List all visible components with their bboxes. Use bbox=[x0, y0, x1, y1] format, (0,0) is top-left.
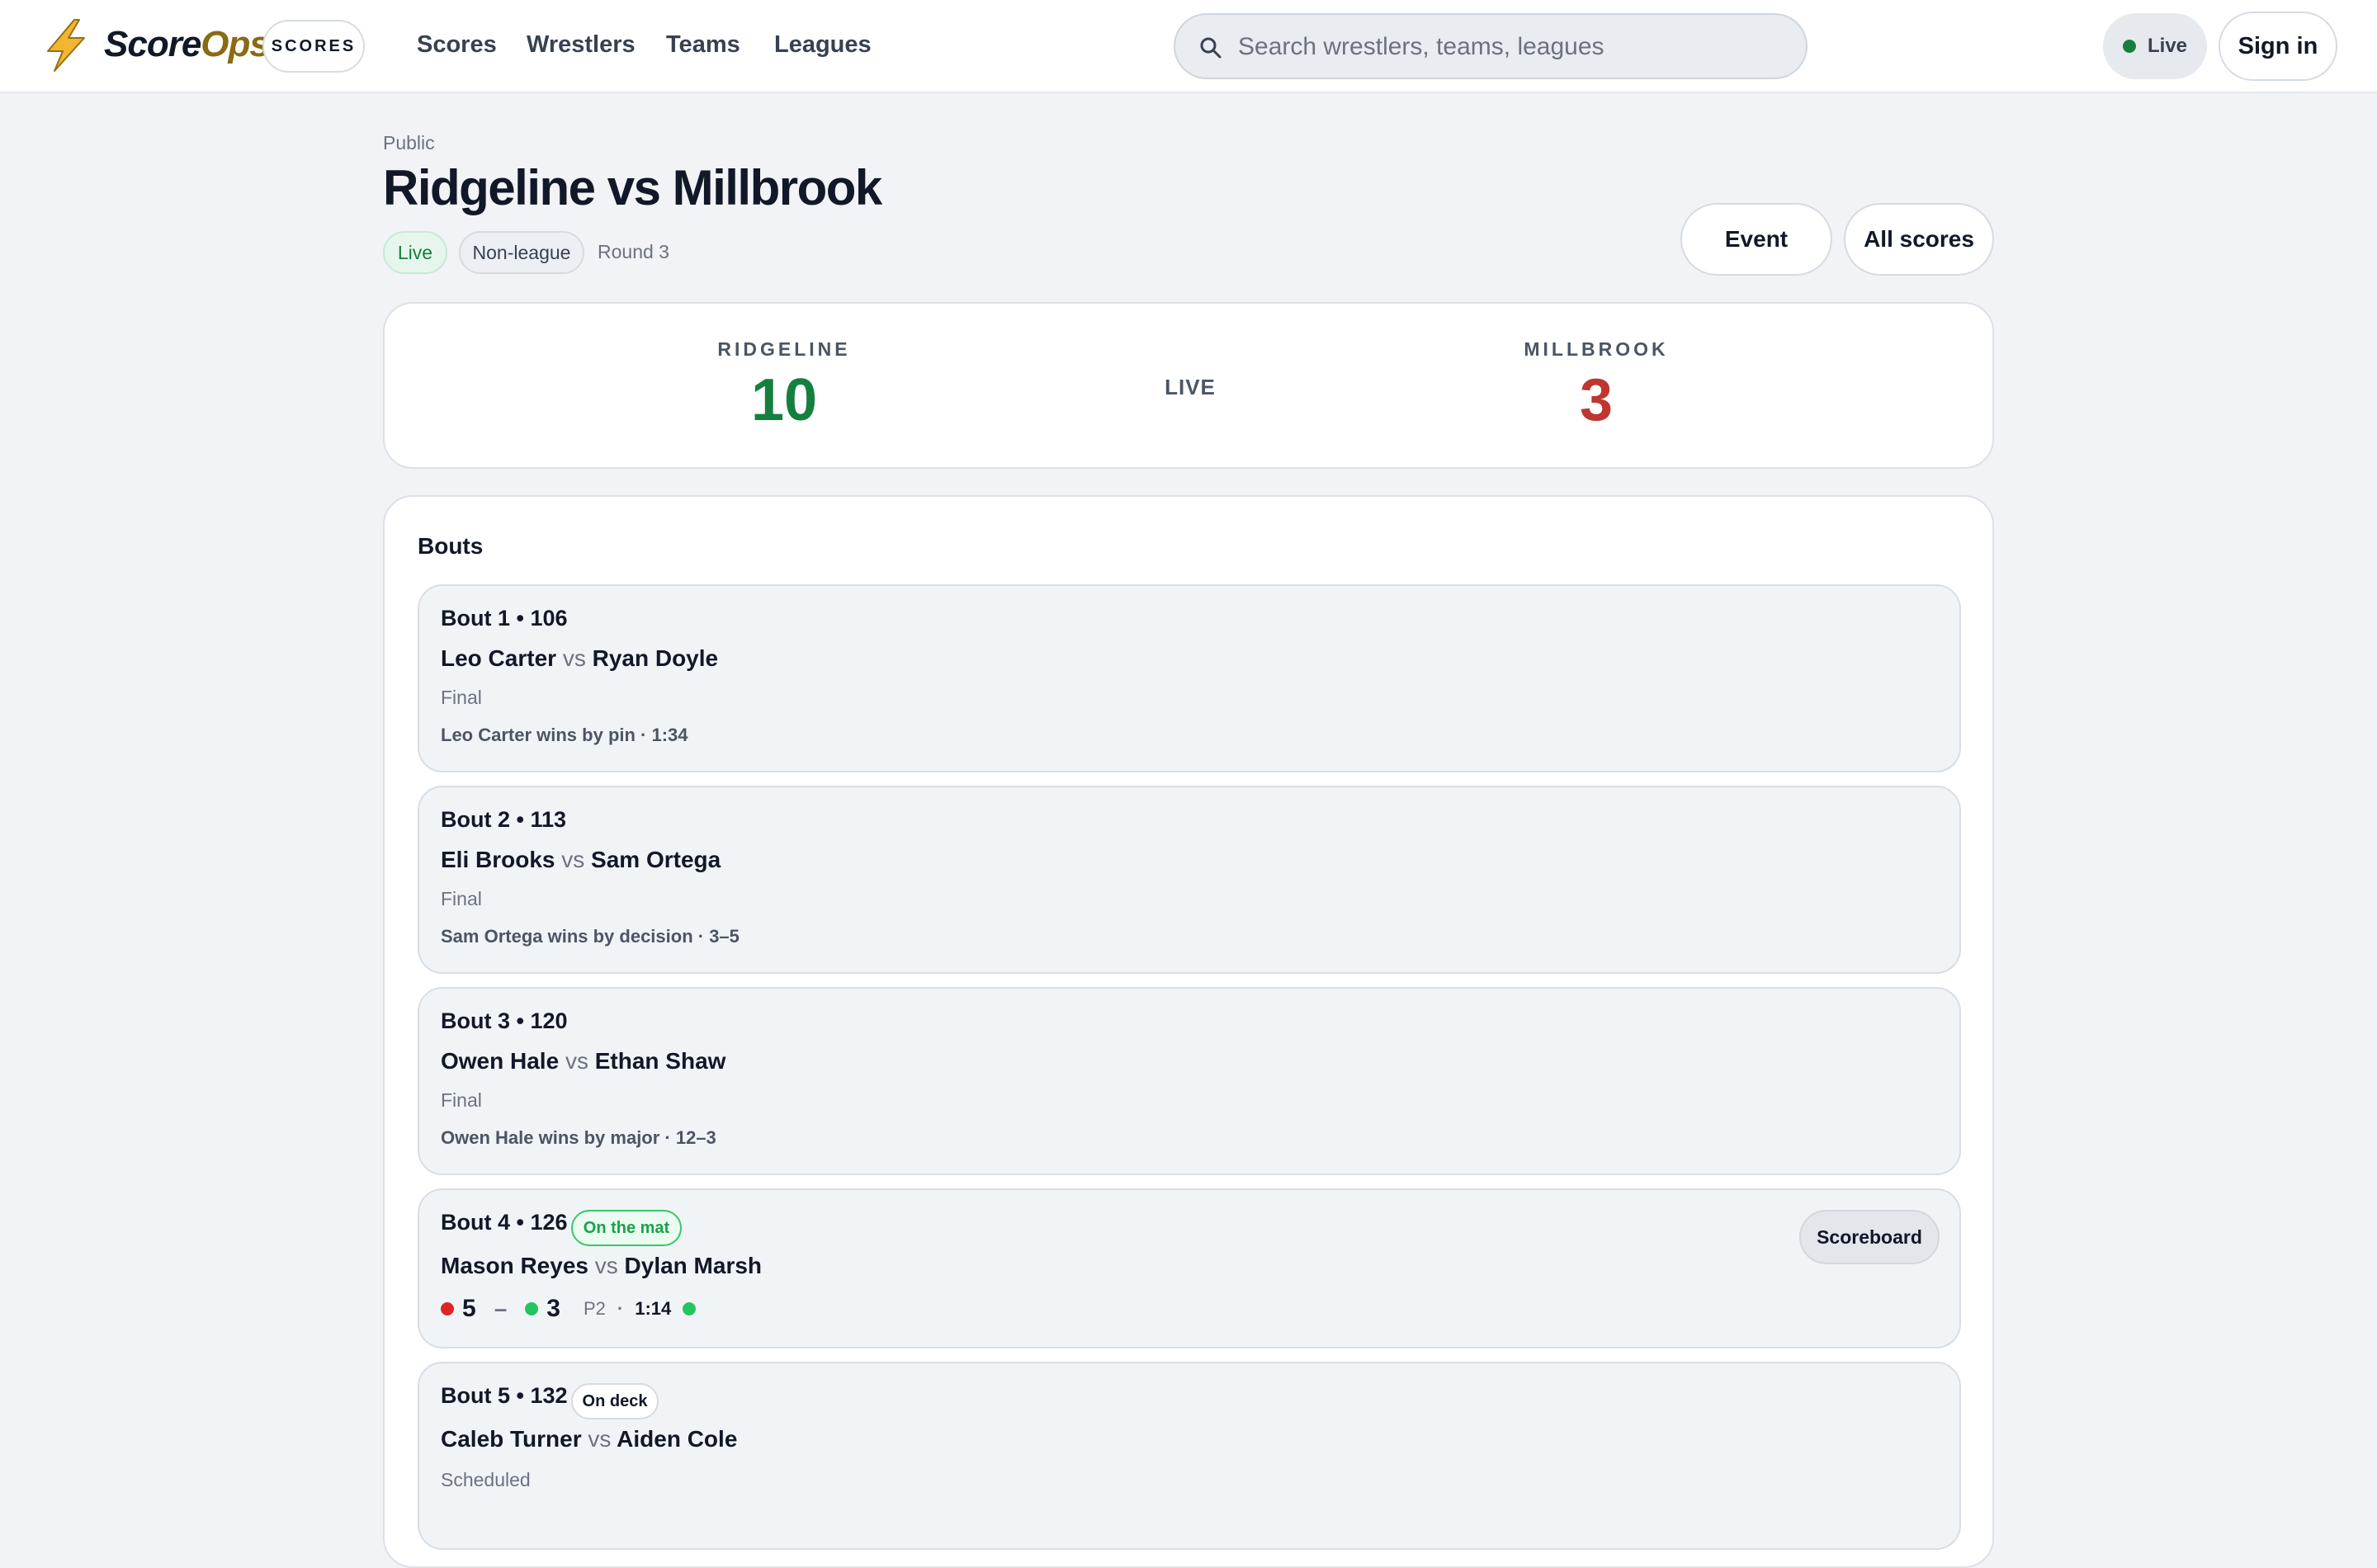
bout-status: Final bbox=[441, 1089, 482, 1111]
top-nav: ScoreOps SCORES Scores Wrestlers Teams L… bbox=[0, 0, 2377, 93]
league-tag: Non-league bbox=[459, 231, 584, 274]
live-dot-icon bbox=[2122, 40, 2136, 53]
bout-heading: Bout 2 • 113 bbox=[441, 807, 567, 832]
bout-heading: Bout 5 • 132 bbox=[441, 1383, 568, 1408]
bout-matchup: Owen Hale vs Ethan Shaw bbox=[441, 1048, 725, 1074]
away-team-score: 3 bbox=[1579, 367, 1614, 433]
period-label: P2 bbox=[583, 1298, 606, 1319]
bout-matchup: Mason Reyes vs Dylan Marsh bbox=[441, 1253, 762, 1279]
wrestler-a-name: Caleb Turner bbox=[441, 1426, 582, 1452]
bout-clock: 1:14 bbox=[635, 1298, 672, 1319]
visibility-label: Public bbox=[383, 132, 435, 153]
bouts-panel: Bouts Bout 1 • 106 Leo Carter vs Ryan Do… bbox=[383, 495, 1994, 1568]
bout-heading: Bout 3 • 120 bbox=[441, 1008, 568, 1033]
home-team: RIDGELINE 10 bbox=[660, 338, 908, 435]
on-the-mat-badge: On the mat bbox=[571, 1210, 682, 1246]
bout-heading: Bout 4 • 126 bbox=[441, 1210, 568, 1235]
bout-card[interactable]: Bout 1 • 106 Leo Carter vs Ryan Doyle Fi… bbox=[418, 584, 1961, 772]
lightning-bolt-icon bbox=[47, 19, 85, 72]
vs-label: vs bbox=[561, 847, 585, 872]
all-scores-button[interactable]: All scores bbox=[1844, 203, 1994, 276]
brand-logo-score: Score bbox=[104, 24, 201, 64]
match-state-label: LIVE bbox=[1165, 375, 1216, 399]
wrestler-b-name: Sam Ortega bbox=[591, 847, 721, 872]
away-team-name: MILLBROOK bbox=[1524, 338, 1669, 360]
score-dash: – bbox=[494, 1296, 508, 1321]
bout-status: Scheduled bbox=[441, 1469, 531, 1490]
bout-status: Final bbox=[441, 687, 482, 708]
bout-result: Owen Hale wins by major · 12–3 bbox=[441, 1127, 716, 1148]
bout-card[interactable]: Bout 2 • 113 Eli Brooks vs Sam Ortega Fi… bbox=[418, 786, 1961, 974]
separator-dot: · bbox=[617, 1298, 624, 1319]
bout-result: Leo Carter wins by pin · 1:34 bbox=[441, 725, 688, 745]
bout-matchup: Caleb Turner vs Aiden Cole bbox=[441, 1426, 737, 1452]
wrestler-a-name: Owen Hale bbox=[441, 1048, 560, 1074]
nav-link-teams[interactable]: Teams bbox=[666, 28, 740, 61]
sign-in-button[interactable]: Sign in bbox=[2219, 12, 2337, 81]
red-corner-points: 5 bbox=[462, 1295, 476, 1322]
round-label: Round 3 bbox=[598, 241, 669, 262]
bout-status: Final bbox=[441, 888, 482, 909]
scoreboard-button[interactable]: Scoreboard bbox=[1799, 1210, 1940, 1264]
on-deck-badge: On deck bbox=[571, 1383, 659, 1419]
wrestler-b-name: Aiden Cole bbox=[617, 1426, 738, 1452]
live-status-chip[interactable]: Live bbox=[2103, 13, 2207, 79]
scores-section-pill[interactable]: SCORES bbox=[262, 20, 365, 73]
wrestler-b-name: Ryan Doyle bbox=[592, 645, 719, 671]
nav-link-scores[interactable]: Scores bbox=[417, 28, 497, 61]
wrestler-a-name: Mason Reyes bbox=[441, 1253, 588, 1278]
wrestler-a-name: Leo Carter bbox=[441, 645, 557, 671]
home-team-score: 10 bbox=[750, 367, 818, 433]
bout-card[interactable]: Bout 3 • 120 Owen Hale vs Ethan Shaw Fin… bbox=[418, 987, 1961, 1175]
bout-card-live[interactable]: Bout 4 • 126 On the mat Scoreboard Mason… bbox=[418, 1188, 1961, 1348]
bouts-title: Bouts bbox=[418, 533, 484, 559]
team-score-card: RIDGELINE 10 LIVE MILLBROOK 3 bbox=[383, 302, 1994, 469]
home-team-name: RIDGELINE bbox=[717, 338, 851, 360]
live-status-label: Live bbox=[2147, 35, 2188, 57]
bout-heading: Bout 1 • 106 bbox=[441, 606, 568, 631]
nav-link-leagues[interactable]: Leagues bbox=[774, 28, 872, 61]
wrestler-b-name: Ethan Shaw bbox=[594, 1048, 726, 1074]
bout-result: Sam Ortega wins by decision · 3–5 bbox=[441, 926, 740, 947]
live-tag: Live bbox=[383, 231, 447, 274]
vs-label: vs bbox=[562, 645, 586, 671]
green-corner-dot-icon bbox=[525, 1302, 539, 1315]
green-corner-points: 3 bbox=[546, 1295, 560, 1322]
event-button[interactable]: Event bbox=[1680, 203, 1832, 276]
search-icon bbox=[1200, 37, 1222, 59]
vs-label: vs bbox=[594, 1253, 618, 1278]
brand-logo-ops: Ops bbox=[201, 24, 270, 64]
bout-card[interactable]: Bout 5 • 132 On deck Caleb Turner vs Aid… bbox=[418, 1362, 1961, 1550]
wrestler-b-name: Dylan Marsh bbox=[624, 1253, 763, 1278]
clock-running-dot-icon bbox=[683, 1302, 697, 1315]
vs-label: vs bbox=[565, 1048, 588, 1074]
bout-matchup: Leo Carter vs Ryan Doyle bbox=[441, 645, 718, 672]
wrestler-a-name: Eli Brooks bbox=[441, 847, 555, 872]
live-bout-score: 5 – 3 P2 · 1:14 bbox=[441, 1294, 697, 1324]
vs-label: vs bbox=[588, 1426, 612, 1452]
page-title: Ridgeline vs Millbrook bbox=[383, 160, 882, 215]
search-bar bbox=[1174, 13, 1808, 79]
nav-link-wrestlers[interactable]: Wrestlers bbox=[527, 28, 636, 61]
brand-logo[interactable]: ScoreOps bbox=[104, 21, 270, 68]
away-team: MILLBROOK 3 bbox=[1472, 338, 1720, 435]
bout-matchup: Eli Brooks vs Sam Ortega bbox=[441, 847, 721, 873]
red-corner-dot-icon bbox=[441, 1302, 454, 1315]
search-input[interactable] bbox=[1238, 26, 1783, 68]
